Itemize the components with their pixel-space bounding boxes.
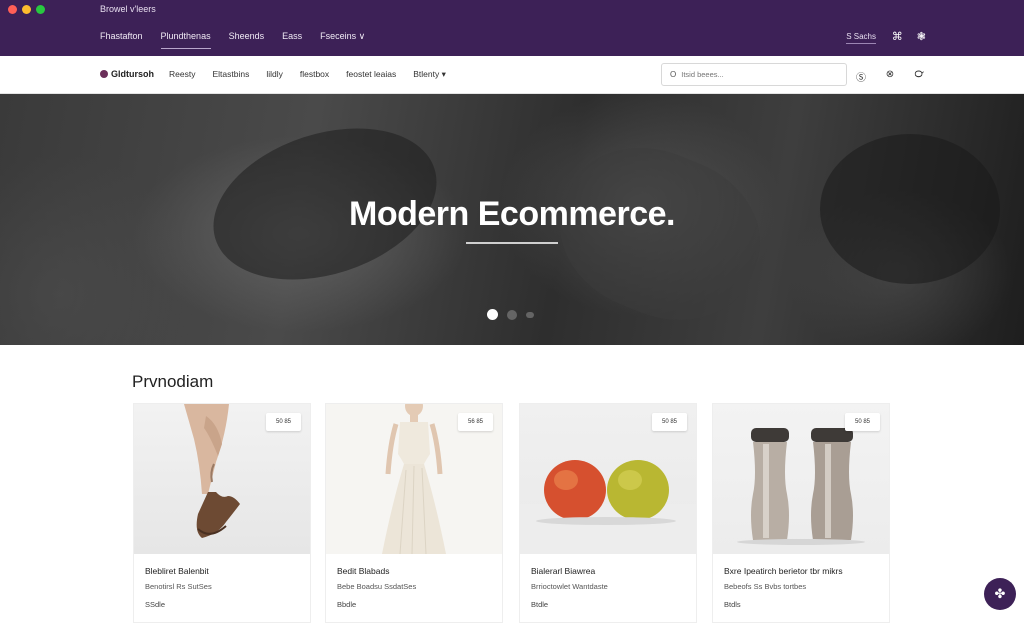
product-badge: 50 85: [266, 413, 301, 431]
main-nav: Gldtursoh Reesty Eltastbins lildly flest…: [0, 56, 1024, 94]
product-image-shoe: 50 85: [134, 404, 310, 554]
product-badge: 50 85: [652, 413, 687, 431]
nav-link-3[interactable]: lildly: [266, 69, 283, 80]
product-name[interactable]: Blebliret Balenbit: [145, 566, 209, 576]
product-name[interactable]: Bedit Blabads: [337, 566, 389, 576]
top-nav-item-2[interactable]: Plundthenas: [160, 31, 211, 49]
maximize-window-button[interactable]: [36, 5, 45, 14]
product-card[interactable]: 50 85 Blebliret Balenbit Benotirsl Rs Su…: [133, 403, 311, 623]
product-description: Bebeofs Ss Bvbs tortbes: [724, 582, 807, 591]
product-description: Bebe Boadsu SsdatSes: [337, 582, 417, 591]
notifications-icon[interactable]: ⊗: [885, 69, 895, 84]
carousel-dot-3[interactable]: [526, 311, 534, 318]
top-nav-item-5-label: Fseceins: [320, 31, 357, 41]
nav-link-2[interactable]: Eltastbins: [212, 69, 249, 80]
search-box[interactable]: O: [661, 63, 847, 86]
nav-icons: Ⓢ ⊗ ℺: [856, 69, 924, 84]
hero-title: Modern Ecommerce.: [349, 195, 675, 233]
product-price: Btdle: [531, 600, 549, 609]
product-badge: 50 85: [845, 413, 880, 431]
top-nav-item-4[interactable]: Eass: [282, 31, 302, 42]
grid-icon: ✤: [994, 586, 1006, 601]
product-badge: 56 85: [458, 413, 493, 431]
product-name[interactable]: Bxre Ipeatirch berietor tbr mikrs: [724, 566, 843, 576]
user-icon[interactable]: ❃: [917, 30, 926, 43]
nav-link-4[interactable]: flestbox: [300, 69, 329, 80]
product-image-bottles: 50 85: [713, 404, 889, 554]
chevron-down-icon: ∨: [358, 31, 366, 41]
carousel-dot-1[interactable]: [487, 309, 498, 320]
top-nav: Fhastafton Plundthenas Sheends Eass Fsec…: [100, 31, 383, 49]
caret-down-icon: ▾: [441, 69, 446, 79]
top-nav-item-3[interactable]: Sheends: [229, 31, 265, 42]
carousel-dot-2[interactable]: [507, 309, 517, 320]
nav-link-6-label: Btlenty: [413, 69, 440, 79]
nav-link-1[interactable]: Reesty: [169, 69, 195, 80]
logo-mark-icon: [100, 70, 108, 78]
product-description: Brrioctowlet Wantdaste: [531, 582, 608, 591]
product-card[interactable]: 50 85 Bialerarl Biawrea Brrioctowlet Wan…: [519, 403, 697, 623]
floating-action-button[interactable]: ✤: [984, 578, 1016, 610]
top-icons: ⌘ ❃: [892, 30, 926, 43]
search-input[interactable]: [681, 70, 832, 79]
product-image-fruit: 50 85: [520, 404, 696, 554]
top-bar: Browel v'leers Fhastafton Plundthenas Sh…: [0, 0, 1024, 56]
section-title: Prvnodiam: [132, 372, 214, 391]
hero-divider: [466, 242, 558, 244]
logo-text: Gldtursoh: [111, 69, 154, 79]
top-nav-item-5[interactable]: Fseceins ∨: [320, 31, 365, 42]
top-right-link-label: S Sachs: [846, 32, 876, 44]
cart-icon[interactable]: ⌘: [892, 30, 903, 43]
nav-links: Reesty Eltastbins lildly flestbox feoste…: [169, 69, 463, 80]
product-card[interactable]: 50 85 Bxre Ipeatirch berietor tbr mikrs …: [712, 403, 890, 623]
top-right-link[interactable]: S Sachs: [846, 32, 876, 44]
nav-link-5[interactable]: feostet leaias: [346, 69, 396, 80]
carousel-dots: [487, 309, 534, 320]
nav-link-6[interactable]: Btlenty ▾: [413, 69, 446, 80]
product-card[interactable]: 56 85 Bedit Blabads Bebe Boadsu SsdatSes…: [325, 403, 503, 623]
search-icon: O: [670, 70, 677, 79]
minimize-window-button[interactable]: [22, 5, 31, 14]
product-image-dress: 56 85: [326, 404, 502, 554]
product-price: Btdls: [724, 600, 741, 609]
product-price: Bbdle: [337, 600, 357, 609]
top-nav-item-1[interactable]: Fhastafton: [100, 31, 143, 42]
product-description: Benotirsl Rs SutSes: [145, 582, 212, 591]
product-name[interactable]: Bialerarl Biawrea: [531, 566, 595, 576]
window-controls: [8, 5, 45, 14]
logo[interactable]: Gldtursoh: [100, 69, 154, 79]
window-title: Browel v'leers: [100, 4, 156, 14]
close-window-button[interactable]: [8, 5, 17, 14]
account-icon[interactable]: ℺: [914, 69, 924, 84]
hero-banner: Modern Ecommerce.: [0, 94, 1024, 345]
help-icon[interactable]: Ⓢ: [856, 69, 866, 84]
product-price: SSdle: [145, 600, 166, 609]
